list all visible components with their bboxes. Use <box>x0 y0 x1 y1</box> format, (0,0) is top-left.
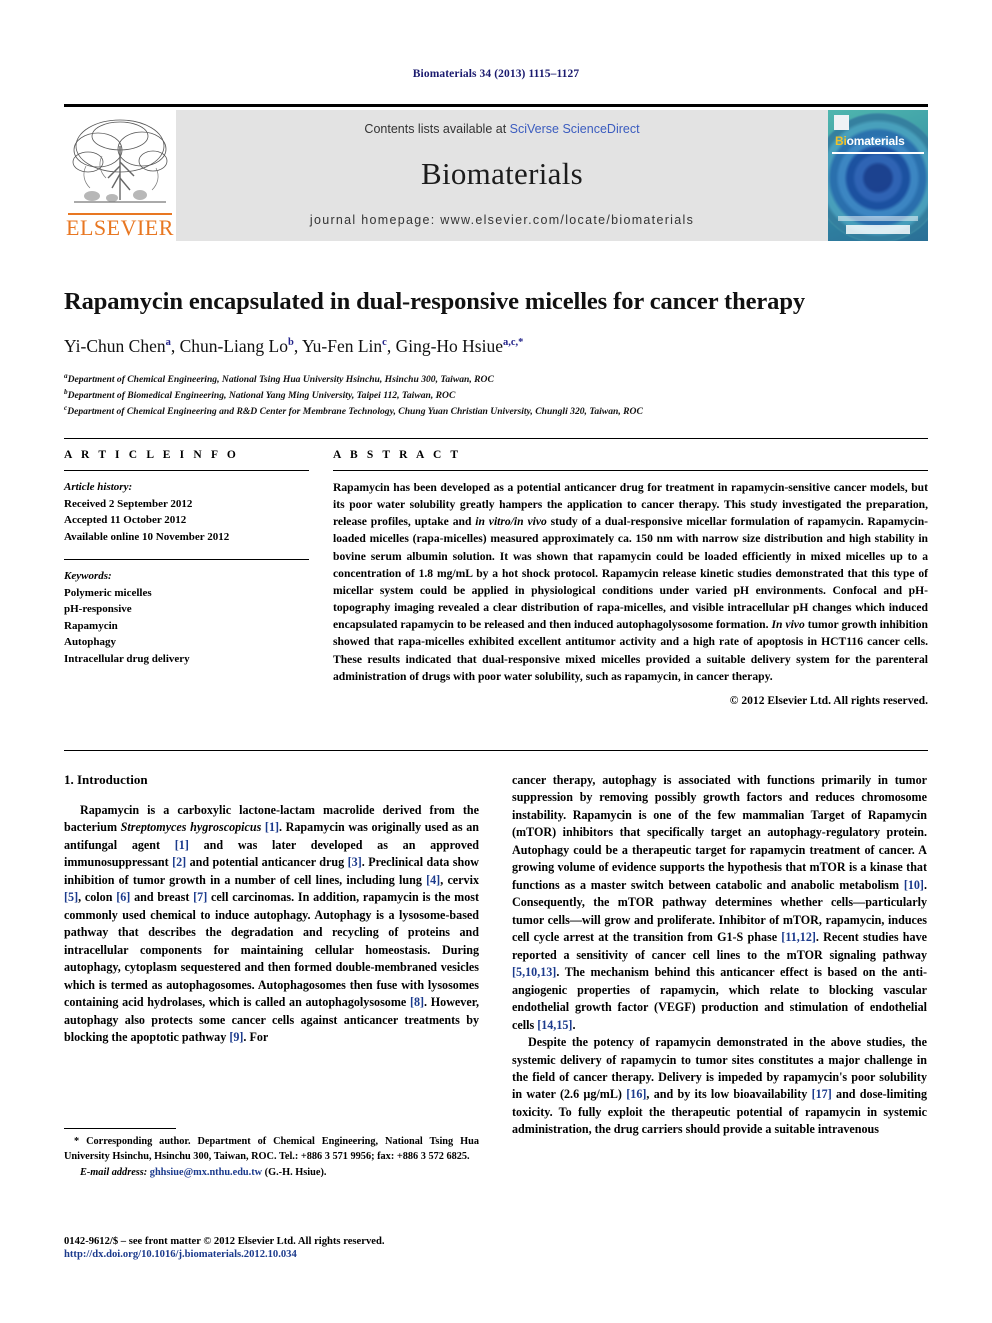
author-affiliation-marker: a,c,* <box>503 337 524 349</box>
affiliation-item: aDepartment of Chemical Engineering, Nat… <box>64 372 494 386</box>
article-info-rule <box>64 470 309 471</box>
body-paragraph: Rapamycin is a carboxylic lactone-lactam… <box>64 803 480 1045</box>
masthead-center-band: Contents lists available at SciVerse Sci… <box>176 110 828 241</box>
author-name: Ging-Ho Hsiue <box>395 336 503 357</box>
keywords-rule <box>64 559 309 560</box>
article-history-block: Article history: Received 2 September 20… <box>64 479 309 545</box>
email-label: E-mail address: <box>80 1167 148 1179</box>
affiliation-list: aDepartment of Chemical Engineering, Nat… <box>64 371 928 418</box>
author-affiliation-marker: b <box>288 337 294 349</box>
author-list: Yi-Chun Chena, Chun-Liang Lob, Yu-Fen Li… <box>64 336 524 357</box>
keywords-block: Keywords: Polymeric micelles pH-responsiv… <box>64 568 309 667</box>
page-footer: 0142-9612/$ – see front matter © 2012 El… <box>64 1236 564 1260</box>
article-info-heading: A R T I C L E I N F O <box>64 449 239 461</box>
author-name: Chun-Liang Lo <box>179 336 288 357</box>
author-affiliation-marker: a <box>165 337 171 349</box>
cover-title-underline <box>832 152 924 154</box>
journal-masthead: ELSEVIER Contents lists available at Sci… <box>64 104 928 241</box>
email-line: E-mail address: ghhsiue@mx.nthu.edu.tw (… <box>64 1167 479 1178</box>
page-title: Rapamycin encapsulated in dual-responsiv… <box>64 288 806 315</box>
elsevier-wordmark: ELSEVIER <box>66 215 174 240</box>
abstract-body: Rapamycin has been developed as a potent… <box>333 479 928 685</box>
body-paragraph: cancer therapy, autophagy is associated … <box>512 773 927 1032</box>
abstract-heading: A B S T R A C T <box>333 449 462 461</box>
author-name: Yi-Chun Chen <box>64 336 166 357</box>
contents-lists-line: Contents lists available at SciVerse Sci… <box>176 122 828 136</box>
cover-title-rest: omaterials <box>846 134 905 148</box>
info-abstract-section: A R T I C L E I N F O Article history: R… <box>64 438 928 707</box>
email-link[interactable]: ghhsiue@mx.nthu.edu.tw <box>150 1167 262 1178</box>
article-history-item: Available online 10 November 2012 <box>64 530 230 543</box>
elsevier-logo: ELSEVIER <box>64 110 176 241</box>
issn-copyright-line: 0142-9612/$ – see front matter © 2012 El… <box>64 1236 385 1247</box>
affiliation-marker: a <box>64 372 68 381</box>
article-history-item: Received 2 September 2012 <box>64 497 193 510</box>
abstract-bottom-rule <box>64 750 928 751</box>
cover-elsevier-mark-icon <box>834 115 849 130</box>
abstract-rule <box>333 470 928 471</box>
corresponding-author-footnote: * Corresponding author. Department of Ch… <box>64 1128 479 1178</box>
article-history-items: Received 2 September 2012 Accepted 11 Oct… <box>64 496 309 546</box>
keywords-items: Polymeric micelles pH-responsive Rapamycin… <box>64 585 309 668</box>
affiliation-item: bDepartment of Biomedical Engineering, N… <box>64 387 456 402</box>
keyword-item: Polymeric micelles <box>64 586 152 599</box>
journal-title: Biomaterials <box>420 156 583 191</box>
author-name: Yu-Fen Lin <box>301 336 383 357</box>
title-block: Rapamycin encapsulated in dual-responsiv… <box>64 288 928 419</box>
corresponding-author-text: * Corresponding author. Department of Ch… <box>64 1136 479 1162</box>
author-affiliation-marker: c <box>382 337 387 349</box>
keyword-item: Autophagy <box>64 636 116 648</box>
elsevier-tree-icon <box>72 119 168 203</box>
keyword-item: pH-responsive <box>64 603 132 615</box>
copyright-line: © 2012 Elsevier Ltd. All rights reserved… <box>729 693 928 707</box>
cover-caption-block <box>838 216 918 221</box>
article-info-column: A R T I C L E I N F O Article history: R… <box>64 449 333 707</box>
left-column-paragraphs: Rapamycin is a carboxylic lactone-lactam… <box>64 802 479 1047</box>
affiliation-item: cDepartment of Chemical Engineering and … <box>64 403 643 417</box>
cover-publisher-bar <box>846 225 910 234</box>
cover-journal-title: Biomaterials <box>835 134 905 148</box>
cover-ring-pattern <box>828 113 928 241</box>
body-paragraph: Despite the potency of rapamycin demonst… <box>512 1035 927 1137</box>
keyword-item: Intracellular drug delivery <box>64 652 190 665</box>
abstract-column: A B S T R A C T Rapamycin has been devel… <box>333 449 928 707</box>
article-history-label: Article history: <box>64 481 133 493</box>
journal-cover-thumbnail[interactable]: Biomaterials <box>828 110 928 241</box>
journal-article-page: Biomaterials 34 (2013) 1115–1127 ELSEVIE… <box>0 0 992 1323</box>
keywords-label: Keywords: <box>64 570 112 582</box>
section-heading-introduction: 1. Introduction <box>64 772 148 787</box>
email-owner: (G.-H. Hsiue). <box>264 1167 327 1179</box>
contents-prefix: Contents lists available at <box>364 122 510 136</box>
cover-title-first: Bi <box>835 134 847 148</box>
article-history-item: Accepted 11 October 2012 <box>64 514 187 526</box>
doi-link[interactable]: http://dx.doi.org/10.1016/j.biomaterials… <box>64 1249 564 1260</box>
abstract-paragraph: Rapamycin has been developed as a potent… <box>333 481 929 683</box>
body-column-right: cancer therapy, autophagy is associated … <box>512 772 927 1242</box>
right-column-paragraphs: cancer therapy, autophagy is associated … <box>512 772 927 1139</box>
journal-homepage-link[interactable]: journal homepage: www.elsevier.com/locat… <box>176 213 828 227</box>
sciencedirect-link[interactable]: SciVerse ScienceDirect <box>510 122 640 136</box>
affiliation-marker: c <box>64 403 68 412</box>
footnote-rule <box>64 1128 176 1129</box>
running-head: Biomaterials 34 (2013) 1115–1127 <box>412 68 580 80</box>
affiliation-marker: b <box>64 387 68 396</box>
keyword-item: Rapamycin <box>64 619 118 632</box>
